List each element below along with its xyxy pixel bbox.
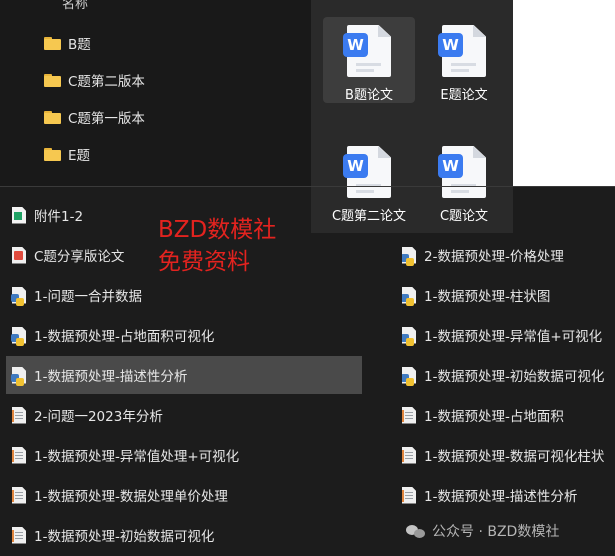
file-name: 1-问题一合并数据 <box>34 289 142 305</box>
file-name: 1-数据预处理-异常值处理+可视化 <box>34 449 240 465</box>
file-tile-b-paper[interactable]: W B题论文 <box>323 17 415 103</box>
notebook-icon <box>402 446 416 464</box>
file-item[interactable]: 1-数据预处理-数据可视化柱状 <box>402 436 615 474</box>
file-name: 1-数据预处理-柱状图 <box>424 289 551 305</box>
file-name: 附件1-2 <box>34 209 84 225</box>
file-name: 1-数据预处理-异常值+可视化 <box>424 329 603 345</box>
file-name: 1-数据预处理-描述性分析 <box>424 489 578 505</box>
file-tile-e-paper[interactable]: W E题论文 <box>418 17 510 103</box>
promo-line-1: BZD数模社 <box>158 217 277 243</box>
file-name: 1-数据预处理-占地面积可视化 <box>34 329 215 345</box>
folder-item-c-v2[interactable]: C题第二版本 <box>44 68 145 92</box>
file-name: 1-数据预处理-数据可视化柱状 <box>424 449 605 465</box>
file-tile-label: B题论文 <box>345 88 393 103</box>
python-file-icon <box>402 246 416 266</box>
folder-item-b[interactable]: B题 <box>44 31 91 55</box>
folder-tree-panel: 名称 B题 C题第二版本 C题第一版本 E题 <box>0 0 311 187</box>
notebook-icon <box>402 406 416 424</box>
watermark-text: 公众号 · BZD数模社 <box>432 524 560 540</box>
python-file-icon <box>402 326 416 346</box>
file-tile-c-paper[interactable]: W C题论文 <box>418 138 510 224</box>
python-file-icon <box>11 286 26 306</box>
folder-label: C题第二版本 <box>68 74 145 90</box>
file-item[interactable]: 1-数据预处理-描述性分析 <box>402 476 615 514</box>
folder-label: C题第一版本 <box>68 111 145 127</box>
notebook-icon <box>402 486 416 504</box>
folder-label: B题 <box>68 37 91 53</box>
xlsx-icon <box>12 206 26 224</box>
file-item[interactable]: 1-数据预处理-初始数据可视化 <box>402 356 615 394</box>
python-file-icon <box>402 286 416 306</box>
promo-line-2: 免费资料 <box>158 249 250 275</box>
file-item[interactable]: 2-数据预处理-价格处理 <box>402 236 615 274</box>
file-name: 2-问题一2023年分析 <box>34 409 163 425</box>
watermark: 公众号 · BZD数模社 <box>406 516 559 546</box>
folder-icon <box>44 147 61 161</box>
python-file-icon <box>11 366 26 386</box>
folder-icon <box>44 110 61 124</box>
notebook-icon <box>12 406 26 424</box>
wps-writer-icon: W <box>343 146 391 198</box>
file-name: 1-数据预处理-占地面积 <box>424 409 564 425</box>
file-item[interactable]: 1-数据预处理-异常值+可视化 <box>402 316 615 354</box>
divider <box>0 186 615 187</box>
wps-writer-icon: W <box>438 146 486 198</box>
column-header-name[interactable]: 名称 <box>62 0 88 12</box>
file-tile-label: E题论文 <box>440 88 488 103</box>
file-name: 2-数据预处理-价格处理 <box>424 249 564 265</box>
file-item[interactable]: 1-数据预处理-初始数据可视化 <box>12 516 362 554</box>
file-name: 1-数据预处理-数据处理单价处理 <box>34 489 228 505</box>
python-file-icon <box>11 326 26 346</box>
file-item[interactable]: 2-问题一2023年分析 <box>12 396 362 434</box>
background-window <box>513 0 615 186</box>
file-item[interactable]: 1-数据预处理-占地面积可视化 <box>11 316 362 354</box>
folder-icon <box>44 73 61 87</box>
notebook-icon <box>12 446 26 464</box>
file-name: 1-数据预处理-初始数据可视化 <box>424 369 605 385</box>
icon-view-panel: W B题论文 W E题论文 W C题第二论文 W C题论文 <box>311 0 513 233</box>
file-tile-label: C题第二论文 <box>331 209 407 224</box>
file-item[interactable]: 1-数据预处理-柱状图 <box>402 276 615 314</box>
pdf-icon <box>12 246 26 264</box>
notebook-icon <box>12 526 26 544</box>
folder-item-e[interactable]: E题 <box>44 142 90 166</box>
file-item-selected[interactable]: 1-数据预处理-描述性分析 <box>6 356 362 394</box>
file-tile-label: C题论文 <box>439 209 489 224</box>
wps-writer-icon: W <box>343 25 391 77</box>
file-tile-c2-paper[interactable]: W C题第二论文 <box>323 138 415 224</box>
file-name: C题分享版论文 <box>34 249 125 265</box>
folder-icon <box>44 36 61 50</box>
folder-label: E题 <box>68 148 91 164</box>
wechat-icon <box>406 523 426 540</box>
notebook-icon <box>12 486 26 504</box>
file-item[interactable]: 1-数据预处理-异常值处理+可视化 <box>12 436 362 474</box>
file-item[interactable]: 1-数据预处理-占地面积 <box>402 396 615 434</box>
python-file-icon <box>402 366 416 386</box>
folder-item-c-v1[interactable]: C题第一版本 <box>44 105 145 129</box>
file-item[interactable]: 1-数据预处理-数据处理单价处理 <box>12 476 362 514</box>
wps-writer-icon: W <box>438 25 486 77</box>
file-name: 1-数据预处理-初始数据可视化 <box>34 529 215 545</box>
file-name: 1-数据预处理-描述性分析 <box>34 369 188 385</box>
promo-overlay: BZD数模社 免费资料 <box>158 214 276 278</box>
file-item[interactable]: 1-问题一合并数据 <box>11 276 362 314</box>
